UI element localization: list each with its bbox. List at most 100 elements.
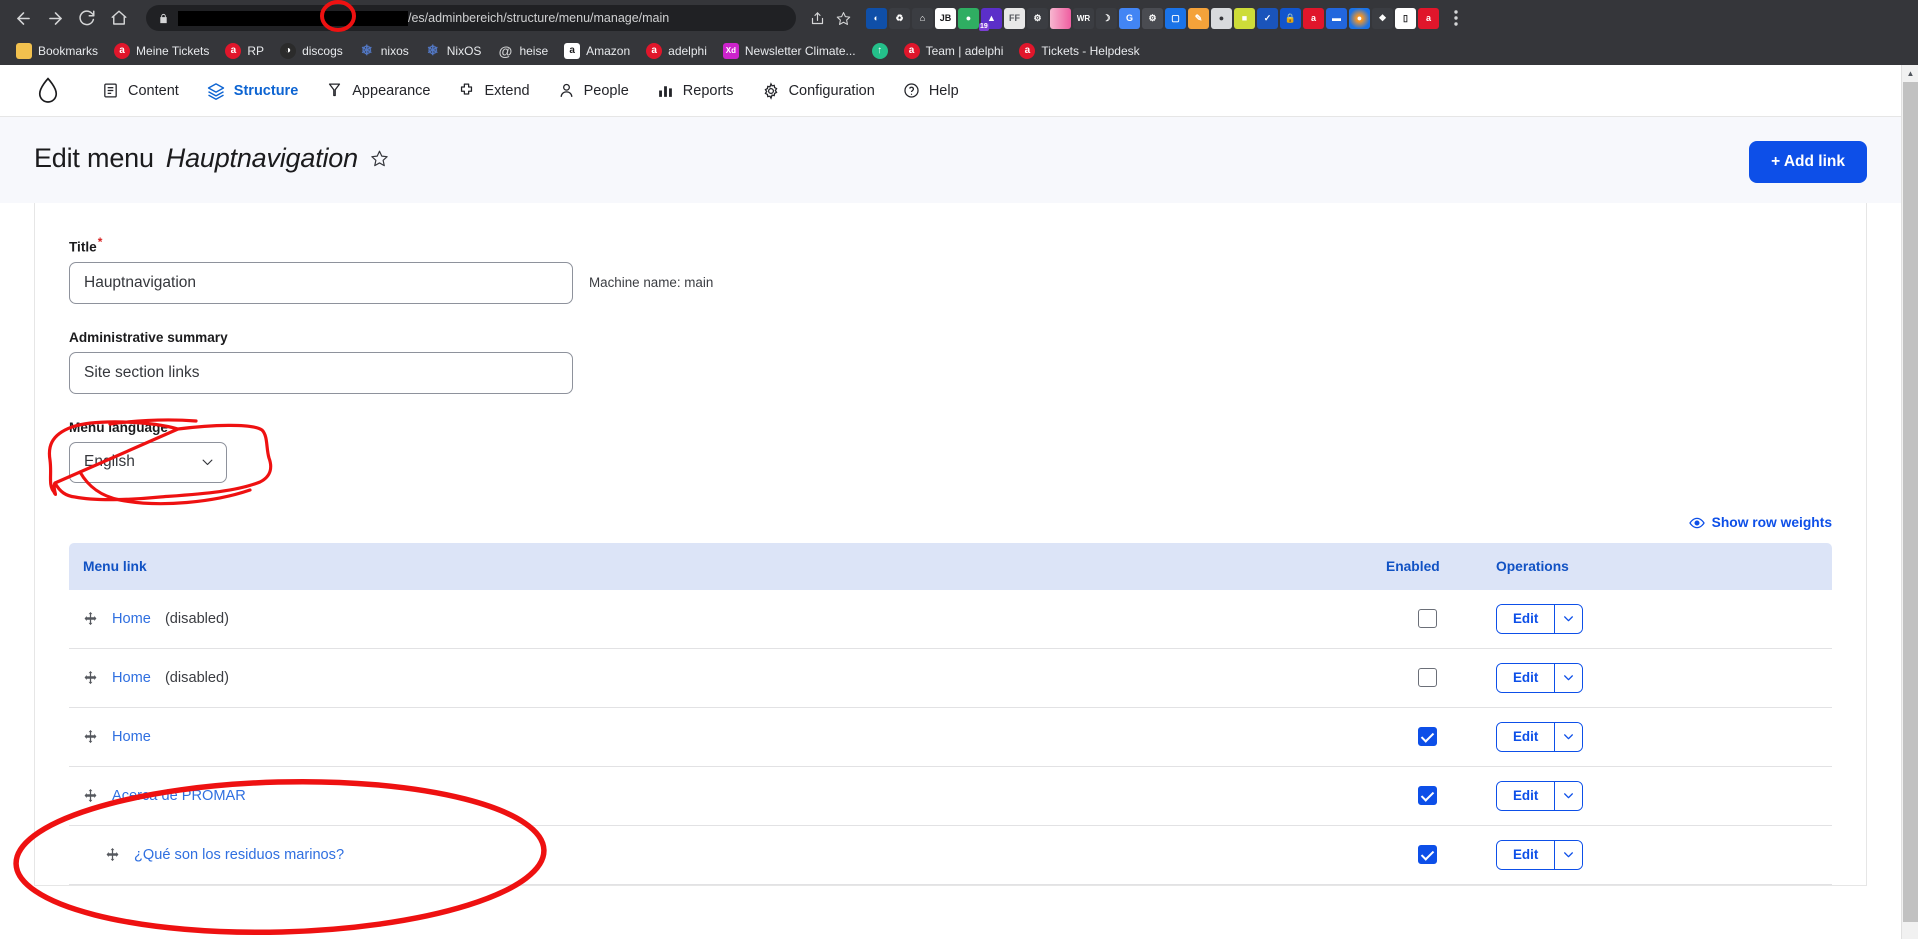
reload-button[interactable] — [72, 3, 102, 33]
extension-icon-phone[interactable]: ▯ — [1395, 8, 1416, 29]
extension-icon-video[interactable]: ▬ — [1326, 8, 1347, 29]
edit-button[interactable]: Edit — [1497, 605, 1554, 633]
toolbar-item-structure[interactable]: Structure — [193, 74, 312, 108]
bookmark-item[interactable]: ❄NixOS — [417, 40, 490, 62]
drag-handle-icon[interactable] — [83, 729, 98, 744]
extension-icon-notes[interactable]: ✎ — [1188, 8, 1209, 29]
extension-icon-orb[interactable]: ● — [1349, 8, 1370, 29]
toolbar-item-help[interactable]: Help — [889, 74, 973, 107]
extension-icon-dashlane[interactable]: ◐ — [866, 8, 887, 29]
edit-button[interactable]: Edit — [1497, 841, 1554, 869]
add-link-button[interactable]: + Add link — [1749, 141, 1867, 183]
menu-link-label[interactable]: ¿Qué son los residuos marinos? — [134, 847, 344, 863]
home-button[interactable] — [104, 3, 134, 33]
lock-icon — [158, 12, 169, 25]
bookmark-item[interactable]: aadelphi — [638, 40, 715, 62]
browser-menu-icon[interactable] — [1445, 7, 1467, 29]
bookmark-item[interactable]: aRP — [217, 40, 272, 62]
extension-icon-bin[interactable]: ⌂ — [912, 8, 933, 29]
adelphi-icon: a — [904, 43, 920, 59]
extension-icon-pink[interactable] — [1050, 8, 1071, 29]
edit-button[interactable]: Edit — [1497, 723, 1554, 751]
operations-dropdown-icon[interactable] — [1554, 664, 1582, 692]
title-input[interactable] — [69, 262, 573, 304]
page-viewport: Content Structure Appearance Extend Peop… — [0, 65, 1918, 939]
enabled-checkbox[interactable] — [1418, 727, 1437, 746]
menu-link-label[interactable]: Acerca de PROMAR — [112, 788, 246, 804]
bookmark-item[interactable]: ❄nixos — [351, 40, 417, 62]
bookmark-star-icon[interactable] — [832, 7, 854, 29]
back-button[interactable] — [8, 3, 38, 33]
drag-handle-icon[interactable] — [83, 788, 98, 803]
toolbar-item-people[interactable]: People — [544, 74, 643, 107]
extension-icon-puzzle[interactable]: ❖ — [1372, 8, 1393, 29]
extension-icon-google[interactable]: G — [1119, 8, 1140, 29]
extension-icon-adelphi-2[interactable]: a — [1418, 8, 1439, 29]
machine-name-text: Machine name: main — [589, 275, 713, 290]
bookmark-item[interactable]: aMeine Tickets — [106, 40, 217, 62]
operations-button-group: Edit — [1496, 722, 1583, 752]
extension-icon-evernote[interactable]: ● — [958, 8, 979, 29]
toolbar-label: Content — [128, 83, 179, 99]
toolbar-item-extend[interactable]: Extend — [444, 74, 543, 107]
extension-icon-check[interactable]: ✓ — [1257, 8, 1278, 29]
toolbar-label: People — [584, 83, 629, 99]
share-icon[interactable] — [806, 7, 828, 29]
drag-handle-icon[interactable] — [83, 670, 98, 685]
bookmark-label: Tickets - Helpdesk — [1041, 44, 1139, 58]
enabled-checkbox[interactable] — [1418, 609, 1437, 628]
enabled-checkbox[interactable] — [1418, 845, 1437, 864]
show-row-weights-link[interactable]: Show row weights — [1689, 515, 1832, 531]
drag-handle-icon[interactable] — [105, 847, 120, 862]
extension-icon-gear[interactable]: ⚙ — [1027, 8, 1048, 29]
edit-button[interactable]: Edit — [1497, 782, 1554, 810]
bookmark-item[interactable]: Bookmarks — [8, 40, 106, 62]
operations-dropdown-icon[interactable] — [1554, 841, 1582, 869]
extension-icon-drop[interactable]: ● — [1211, 8, 1232, 29]
menu-link-label[interactable]: Home — [112, 670, 151, 686]
toolbar-item-reports[interactable]: Reports — [643, 74, 748, 107]
page-scrollbar[interactable]: ▲ — [1901, 65, 1918, 939]
table-row: Home (disabled) Edit — [69, 590, 1832, 649]
extension-icon-mobile[interactable]: ▢ — [1165, 8, 1186, 29]
extension-icon-jb[interactable]: JB — [935, 8, 956, 29]
star-outline-icon[interactable] — [370, 149, 389, 168]
bookmark-item[interactable]: ◑discogs — [272, 40, 351, 62]
bookmark-item[interactable]: ↑ — [864, 40, 896, 62]
bookmark-item[interactable]: XdNewsletter Climate... — [715, 40, 864, 62]
menu-language-value: English — [84, 453, 135, 471]
menu-link-label[interactable]: Home — [112, 611, 151, 627]
extension-icon-wr[interactable]: WR — [1073, 8, 1094, 29]
drag-handle-icon[interactable] — [83, 611, 98, 626]
enabled-checkbox[interactable] — [1418, 668, 1437, 687]
bookmark-item[interactable]: aTickets - Helpdesk — [1011, 40, 1147, 62]
scrollbar-thumb[interactable] — [1903, 82, 1918, 922]
forward-button[interactable] — [40, 3, 70, 33]
bookmark-item[interactable]: aTeam | adelphi — [896, 40, 1012, 62]
operations-dropdown-icon[interactable] — [1554, 605, 1582, 633]
menu-link-label[interactable]: Home — [112, 729, 151, 745]
enabled-checkbox[interactable] — [1418, 786, 1437, 805]
extension-icon-gear2[interactable]: ⚙ — [1142, 8, 1163, 29]
extension-icon-ff[interactable]: FF — [1004, 8, 1025, 29]
drupal-drop-logo[interactable] — [34, 77, 62, 105]
extension-icon-badge-19[interactable]: ▲19 — [981, 8, 1002, 29]
scroll-up-arrow-icon[interactable]: ▲ — [1902, 65, 1918, 82]
toolbar-item-configuration[interactable]: Configuration — [748, 74, 889, 108]
menu-link-suffix: (disabled) — [165, 611, 229, 627]
extension-icon-yellow[interactable]: ■ — [1234, 8, 1255, 29]
admin-summary-input[interactable] — [69, 352, 573, 394]
operations-dropdown-icon[interactable] — [1554, 782, 1582, 810]
discogs-icon: ◑ — [280, 43, 296, 59]
bookmark-item[interactable]: @heise — [489, 40, 556, 62]
extension-icon-lock[interactable]: 🔒 — [1280, 8, 1301, 29]
toolbar-item-content[interactable]: Content — [88, 74, 193, 107]
toolbar-item-appearance[interactable]: Appearance — [312, 74, 444, 107]
address-bar[interactable]: /es/adminbereich/structure/menu/manage/m… — [146, 5, 796, 31]
extension-icon-adelphi[interactable]: a — [1303, 8, 1324, 29]
extension-icon-recycle[interactable]: ♻ — [889, 8, 910, 29]
extension-icon-moon[interactable]: ☽ — [1096, 8, 1117, 29]
bookmark-item[interactable]: aAmazon — [556, 40, 638, 62]
operations-dropdown-icon[interactable] — [1554, 723, 1582, 751]
edit-button[interactable]: Edit — [1497, 664, 1554, 692]
